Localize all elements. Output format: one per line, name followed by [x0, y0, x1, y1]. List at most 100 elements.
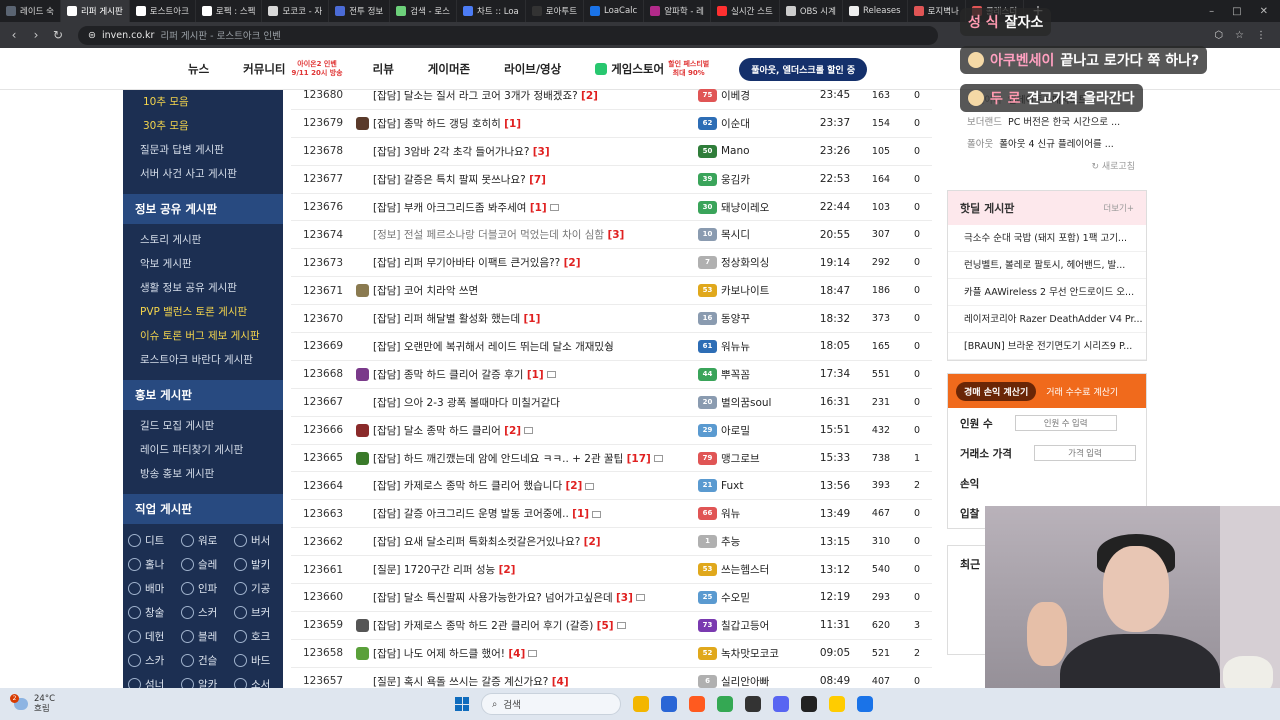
sidebar-item[interactable]: 레이드 파티찾기 게시판: [123, 438, 283, 462]
post-title-text[interactable]: 리퍼 해달별 활성화 했는데: [404, 313, 520, 325]
site-info-icon[interactable]: ⊜: [88, 30, 96, 41]
hotdeal-item[interactable]: 런닝벨트, 볼레로 팔토시, 헤어밴드, 발...: [948, 252, 1146, 279]
minimize-icon[interactable]: –: [1209, 6, 1214, 17]
bookmark-icon[interactable]: ☆: [1235, 30, 1244, 41]
browser-tab[interactable]: 로스트아크: [130, 0, 196, 22]
post-title-text[interactable]: 1720구간 리퍼 성능: [404, 564, 495, 576]
post-author[interactable]: 50 Mano: [698, 144, 810, 158]
back-icon[interactable]: ‹: [8, 28, 20, 42]
hotdeal-item[interactable]: 카플 AAWireless 2 무선 안드로이드 오...: [948, 279, 1146, 306]
post-author[interactable]: 16 동양꾸: [698, 311, 810, 326]
author-name[interactable]: 이순대: [721, 116, 750, 131]
author-name[interactable]: Mano: [721, 145, 750, 157]
forward-icon[interactable]: ›: [30, 28, 42, 42]
post-title[interactable]: [잡담] 갈증 아크그리드 운명 발동 코어중에.. [1]: [373, 506, 698, 521]
class-link[interactable]: 배마: [128, 576, 181, 600]
browser-tab[interactable]: 리퍼 게시판: [60, 0, 130, 22]
author-name[interactable]: 추능: [721, 534, 740, 549]
post-title[interactable]: [잡담] 카제로스 종막 하드 2관 클리어 후기 (갈증) [5]: [373, 618, 698, 633]
class-link[interactable]: 스카: [128, 648, 181, 672]
taskbar-search[interactable]: ⌕ 검색: [481, 693, 621, 715]
class-link[interactable]: 바드: [234, 648, 283, 672]
sidebar-item[interactable]: PVP 밸런스 토론 게시판: [123, 300, 283, 324]
post-title-text[interactable]: 달소 특신팔찌 사용가능한가요? 넘어가고싶은데: [404, 592, 613, 604]
browser-tab[interactable]: 로펙 : 스펙: [196, 0, 263, 22]
nav-game-store[interactable]: 게임스토어: [595, 61, 664, 77]
post-title-text[interactable]: 부캐 아크그리드좀 봐주세여: [404, 202, 527, 214]
post-author[interactable]: 79 맹그로브: [698, 451, 810, 466]
post-author[interactable]: 73 칠갑고등어: [698, 618, 810, 633]
class-link[interactable]: 창술: [128, 600, 181, 624]
sidebar-item[interactable]: 생활 정보 공유 게시판: [123, 276, 283, 300]
table-row[interactable]: 123671 [잡담] 코어 치라악 쓰면 53 카보나이트 18:47 186 0: [291, 277, 932, 306]
browser-tab[interactable]: 검색 - 로스: [390, 0, 457, 22]
post-title[interactable]: [잡담] 달소 특신팔찌 사용가능한가요? 넘어가고싶은데 [3]: [373, 590, 698, 605]
author-name[interactable]: 카보나이트: [721, 283, 769, 298]
browser-tab[interactable]: Releases: [843, 0, 908, 22]
table-row[interactable]: 123680 [잡담] 달소는 질서 라그 코어 3개가 정배겠죠? [2] 75 이…: [291, 82, 932, 110]
post-author[interactable]: 7 정상화의싱: [698, 255, 810, 270]
post-title[interactable]: [잡담] 코어 치라악 쓰면: [373, 283, 698, 298]
windows-start-icon[interactable]: [455, 697, 469, 711]
class-link[interactable]: 인파: [181, 576, 234, 600]
calc-input[interactable]: [1014, 415, 1117, 431]
table-row[interactable]: 123669 [잡담] 오랜만에 복귀해서 레이드 뛰는데 달소 개재밌쉉 61 워뉴…: [291, 333, 932, 361]
class-link[interactable]: 브커: [234, 600, 283, 624]
browser-tab[interactable]: 전투 정보: [329, 0, 391, 22]
nav-community[interactable]: 커뮤니티: [243, 61, 285, 77]
post-author[interactable]: 39 웅김카: [698, 172, 810, 187]
browser-tab[interactable]: 로지벽나: [908, 0, 966, 22]
taskbar-app-icon[interactable]: [773, 696, 789, 712]
table-row[interactable]: 123665 [잡담] 하드 깨긴깼는데 암에 안드네요 ㅋㅋ.. + 2관 꿀팁…: [291, 445, 932, 473]
menu-icon[interactable]: ⋮: [1256, 30, 1266, 41]
post-title-text[interactable]: 오랜만에 복귀해서 레이드 뛰는데 달소 개재밌쉉: [404, 341, 614, 353]
author-name[interactable]: 이베경: [721, 88, 750, 103]
author-name[interactable]: 워뉴뉴: [721, 339, 750, 354]
post-title-text[interactable]: 달소 종막 하드 클리어: [404, 425, 501, 437]
maximize-icon[interactable]: □: [1232, 6, 1241, 17]
post-title-text[interactable]: 카제로스 종막 하드 2관 클리어 후기 (갈증): [404, 620, 593, 632]
table-row[interactable]: 123667 [잡담] 으아 2-3 광폭 볼때마다 미칠거같다 20 별의꿈soul…: [291, 389, 932, 417]
post-author[interactable]: 25 수오믿: [698, 590, 810, 605]
extension-icon[interactable]: ⬡: [1214, 30, 1223, 41]
nav-gamerzone[interactable]: 게이머존: [428, 61, 470, 77]
hotdeal-item[interactable]: 극소수 순대 국밥 (돼지 포함) 1팩 고기...: [948, 225, 1146, 252]
class-link[interactable]: 발키: [234, 552, 283, 576]
table-row[interactable]: 123673 [잡담] 리퍼 무기아바타 이팩트 큰거있음?? [2] 7 정상화의싱…: [291, 249, 932, 278]
author-name[interactable]: 녹차맛모코코: [721, 646, 779, 661]
nav-review[interactable]: 리뷰: [373, 61, 394, 77]
news-title[interactable]: 폴아웃 4 신규 플레이어를 ...: [999, 134, 1114, 156]
taskbar-app-icon[interactable]: [801, 696, 817, 712]
browser-tab[interactable]: 레이드 숙: [0, 0, 61, 22]
taskbar-app-icon[interactable]: [745, 696, 761, 712]
author-name[interactable]: 동양꾸: [721, 311, 750, 326]
sidebar-item[interactable]: 서버 사건 사고 게시판: [123, 162, 283, 186]
sidebar-item[interactable]: 방송 홍보 게시판: [123, 462, 283, 486]
post-author[interactable]: 53 쓰는헴스터: [698, 562, 810, 577]
class-link[interactable]: 섬너: [128, 672, 181, 688]
author-name[interactable]: Fuxt: [721, 480, 743, 492]
class-link[interactable]: 알카: [181, 672, 234, 688]
class-link[interactable]: 디트: [128, 528, 181, 552]
post-title[interactable]: [질문] 혹시 욕돌 쓰시는 갈증 계신가요? [4]: [373, 674, 698, 688]
sidebar-item[interactable]: 10추 모음: [123, 90, 283, 114]
post-title[interactable]: [잡담] 3암바 2각 초각 들어가나요? [3]: [373, 144, 698, 159]
class-link[interactable]: 건슬: [181, 648, 234, 672]
post-title-text[interactable]: 요새 달소리퍼 특화최소컷갈은거있나요?: [404, 536, 580, 548]
class-link[interactable]: 버서: [234, 528, 283, 552]
post-author[interactable]: 53 카보나이트: [698, 283, 810, 298]
class-link[interactable]: 데헌: [128, 624, 181, 648]
taskbar-app-icon[interactable]: [633, 696, 649, 712]
author-name[interactable]: 목시디: [721, 227, 750, 242]
table-row[interactable]: 123678 [잡담] 3암바 2각 초각 들어가나요? [3] 50 Mano 23:…: [291, 138, 932, 166]
class-link[interactable]: 홀나: [128, 552, 181, 576]
taskbar-app-icon[interactable]: [717, 696, 733, 712]
post-title-text[interactable]: 으아 2-3 광폭 볼때마다 미칠거같다: [404, 397, 560, 409]
post-title[interactable]: [잡담] 카제로스 종막 하드 클리어 했습니다 [2]: [373, 478, 698, 493]
browser-tab[interactable]: 차트 :: Loa: [457, 0, 526, 22]
browser-tab[interactable]: LoaCalc: [584, 0, 645, 22]
author-name[interactable]: 웅김카: [721, 172, 750, 187]
weather-widget[interactable]: 2 24°C 흐림: [0, 694, 55, 714]
class-link[interactable]: 블레: [181, 624, 234, 648]
sidebar-item[interactable]: 로스트아크 바란다 게시판: [123, 348, 283, 372]
